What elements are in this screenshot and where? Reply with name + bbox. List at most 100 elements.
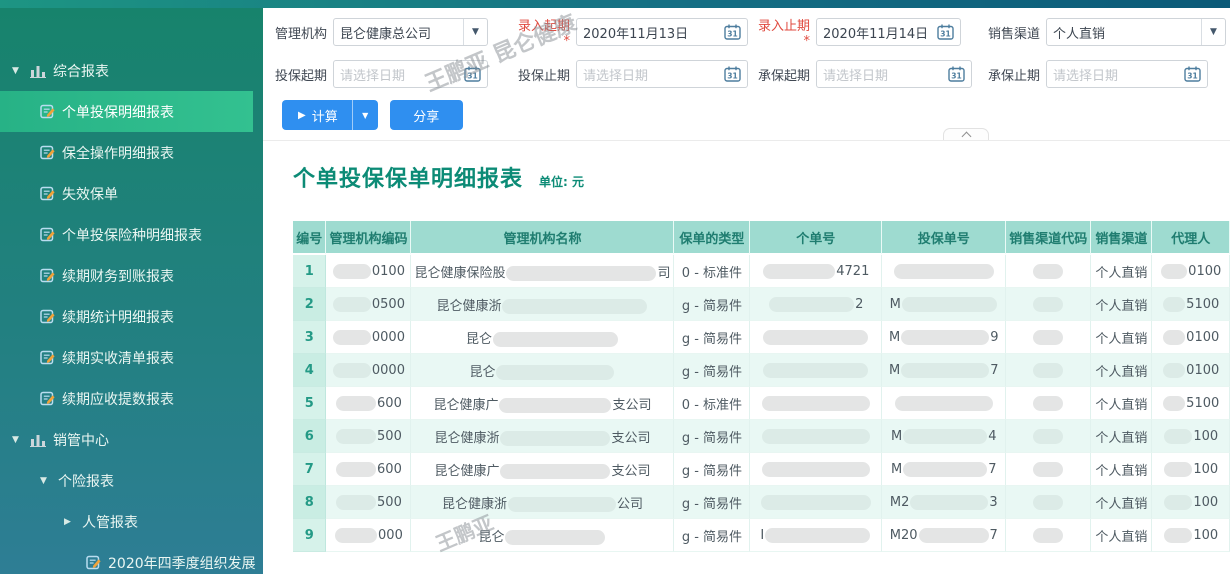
table-row[interactable]: 10100昆仑健康保险股司0 - 标准件4721个人直销0100 [293, 255, 1230, 288]
table-row[interactable]: 20500昆仑健康浙g - 简易件2M个人直销5100 [293, 288, 1230, 321]
sidebar-item-personnel-management-reports[interactable]: ▶ 人管报表 [0, 501, 263, 542]
redacted-text [894, 264, 994, 279]
share-button[interactable]: 分享 [390, 100, 463, 130]
sidebar-item-q4-2020-org-development[interactable]: 2020年四季度组织发展 [0, 542, 263, 574]
calendar-icon[interactable]: 31 [724, 66, 741, 82]
report-icon [40, 309, 55, 324]
calculate-button-label: 计算 [312, 106, 338, 125]
cell-channel: 个人直销 [1091, 387, 1152, 420]
table-row[interactable]: 30000昆仑g - 简易件M9个人直销0100 [293, 321, 1230, 354]
sidebar-item-label: 续期财务到账报表 [62, 266, 174, 286]
cell-policy-type: g - 简易件 [674, 288, 750, 321]
sidebar-item-preservation-operation-detail[interactable]: 保全操作明细报表 [0, 132, 263, 173]
underwrite-start-date-input[interactable]: 请选择日期31 [816, 60, 972, 88]
sidebar-item-renewal-finance-arrival[interactable]: 续期财务到账报表 [0, 255, 263, 296]
cell-policy-no: I [750, 519, 882, 552]
cell-agent: 0100 [1152, 354, 1230, 387]
redacted-text [762, 429, 870, 444]
cell-channel: 个人直销 [1091, 321, 1152, 354]
table-header-row: 编号管理机构编码管理机构名称保单的类型个单号投保单号销售渠道代码销售渠道代理人 [293, 221, 1230, 255]
calendar-icon[interactable]: 31 [1184, 66, 1201, 82]
report-icon [40, 268, 55, 283]
cell-policy-type: 0 - 标准件 [674, 387, 750, 420]
sidebar-item-individual-insurance-type-detail[interactable]: 个单投保险种明细报表 [0, 214, 263, 255]
entry-end-date-label: 录入止期* [752, 15, 810, 49]
cell-app-no: M [882, 288, 1006, 321]
table-row[interactable]: 7600昆仑健康广支公司g - 简易件M7个人直销100 [293, 453, 1230, 486]
table-row[interactable]: 5600昆仑健康广支公司0 - 标准件个人直销5100 [293, 387, 1230, 420]
cell-policy-no [750, 453, 882, 486]
cell-channel-code [1006, 354, 1091, 387]
calculate-dropdown-caret[interactable]: ▼ [352, 100, 378, 130]
table-row[interactable]: 8500昆仑健康浙公司g - 简易件M23个人直销100 [293, 486, 1230, 519]
cell-policy-type: g - 简易件 [674, 519, 750, 552]
redacted-text [333, 363, 371, 378]
filter-group-apply-start-date: 投保起期请选择日期31 [273, 60, 488, 88]
management-org-select[interactable]: 昆仑健康总公司▼ [333, 18, 488, 46]
redacted-text [505, 530, 605, 545]
cell-agent: 0100 [1152, 321, 1230, 354]
entry-end-date-input[interactable]: 2020年11月14日31 [816, 18, 961, 46]
sidebar-item-label: 个单投保险种明细报表 [62, 225, 202, 245]
sidebar-item-sales-management-center[interactable]: ▼销管中心 [0, 419, 263, 460]
table-row[interactable]: 6500昆仑健康浙支公司g - 简易件M4个人直销100 [293, 420, 1230, 453]
caret-down-icon: ▼ [12, 66, 22, 76]
cell-agent: 100 [1152, 519, 1230, 552]
cell-policy-no [750, 321, 882, 354]
caret-right-icon: ▶ [64, 517, 74, 527]
cell-channel-code [1006, 387, 1091, 420]
dropdown-arrow-icon[interactable]: ▼ [1201, 19, 1225, 45]
cell-app-no [882, 387, 1006, 420]
cell-org-code: 0000 [326, 354, 411, 387]
entry-start-date-label: 录入起期* [512, 15, 570, 49]
sidebar-item-renewal-actual-receipt-list[interactable]: 续期实收清单报表 [0, 337, 263, 378]
cell-app-no: M207 [882, 519, 1006, 552]
redacted-text [895, 396, 993, 411]
sidebar-item-renewal-receivable-count[interactable]: 续期应收提数报表 [0, 378, 263, 419]
calendar-icon[interactable]: 31 [937, 24, 954, 40]
calculate-button[interactable]: ▶ 计算 ▼ [282, 100, 378, 130]
redacted-text [903, 462, 987, 477]
cell-org-code: 600 [326, 453, 411, 486]
apply-start-date-input[interactable]: 请选择日期31 [333, 60, 488, 88]
calendar-icon[interactable]: 31 [948, 66, 965, 82]
cell-channel-code [1006, 486, 1091, 519]
report-icon [40, 145, 55, 160]
underwrite-end-date-input[interactable]: 请选择日期31 [1046, 60, 1208, 88]
underwrite-start-date-placeholder: 请选择日期 [823, 65, 944, 84]
calendar-icon[interactable]: 31 [464, 66, 481, 82]
redacted-text [508, 497, 616, 512]
sidebar-item-label: 续期应收提数报表 [62, 389, 174, 409]
redacted-text [1163, 363, 1185, 378]
dropdown-arrow-icon[interactable]: ▼ [463, 19, 487, 45]
cell-policy-no [750, 387, 882, 420]
sidebar-item-renewal-statistics-detail[interactable]: 续期统计明细报表 [0, 296, 263, 337]
sidebar-item-label: 人管报表 [82, 512, 138, 532]
redacted-text [1033, 363, 1063, 378]
cell-no: 5 [293, 387, 326, 420]
entry-start-date-input[interactable]: 2020年11月13日31 [576, 18, 748, 46]
sidebar-item-individual-application-detail[interactable]: 个单投保明细报表 [0, 91, 253, 132]
cell-org-name: 昆仑健康保险股司 [411, 255, 674, 288]
sidebar-item-label: 个险报表 [58, 471, 114, 491]
sidebar-item-individual-insurance-reports[interactable]: ▼个险报表 [0, 460, 263, 501]
sidebar-item-label: 销管中心 [53, 430, 109, 450]
redacted-text [1033, 429, 1063, 444]
calendar-icon[interactable]: 31 [724, 24, 741, 40]
column-header-channel: 销售渠道 [1091, 221, 1152, 255]
report-icon [86, 555, 101, 570]
sales-channel-select[interactable]: 个人直销▼ [1046, 18, 1226, 46]
report-title: 个单投保保单明细报表 [293, 161, 523, 193]
apply-end-date-input[interactable]: 请选择日期31 [576, 60, 748, 88]
report-icon [40, 227, 55, 242]
sidebar-item-lapsed-policies[interactable]: 失效保单 [0, 173, 263, 214]
table-row[interactable]: 40000昆仑g - 简易件M7个人直销0100 [293, 354, 1230, 387]
redacted-text [910, 495, 988, 510]
sidebar-item-comprehensive-reports[interactable]: ▼综合报表 [0, 50, 263, 91]
cell-org-code: 500 [326, 486, 411, 519]
cell-policy-type: g - 简易件 [674, 354, 750, 387]
table-row[interactable]: 9000昆仑g - 简易件IM207个人直销100 [293, 519, 1230, 552]
cell-no: 4 [293, 354, 326, 387]
redacted-text [336, 495, 376, 510]
redacted-text [336, 462, 376, 477]
